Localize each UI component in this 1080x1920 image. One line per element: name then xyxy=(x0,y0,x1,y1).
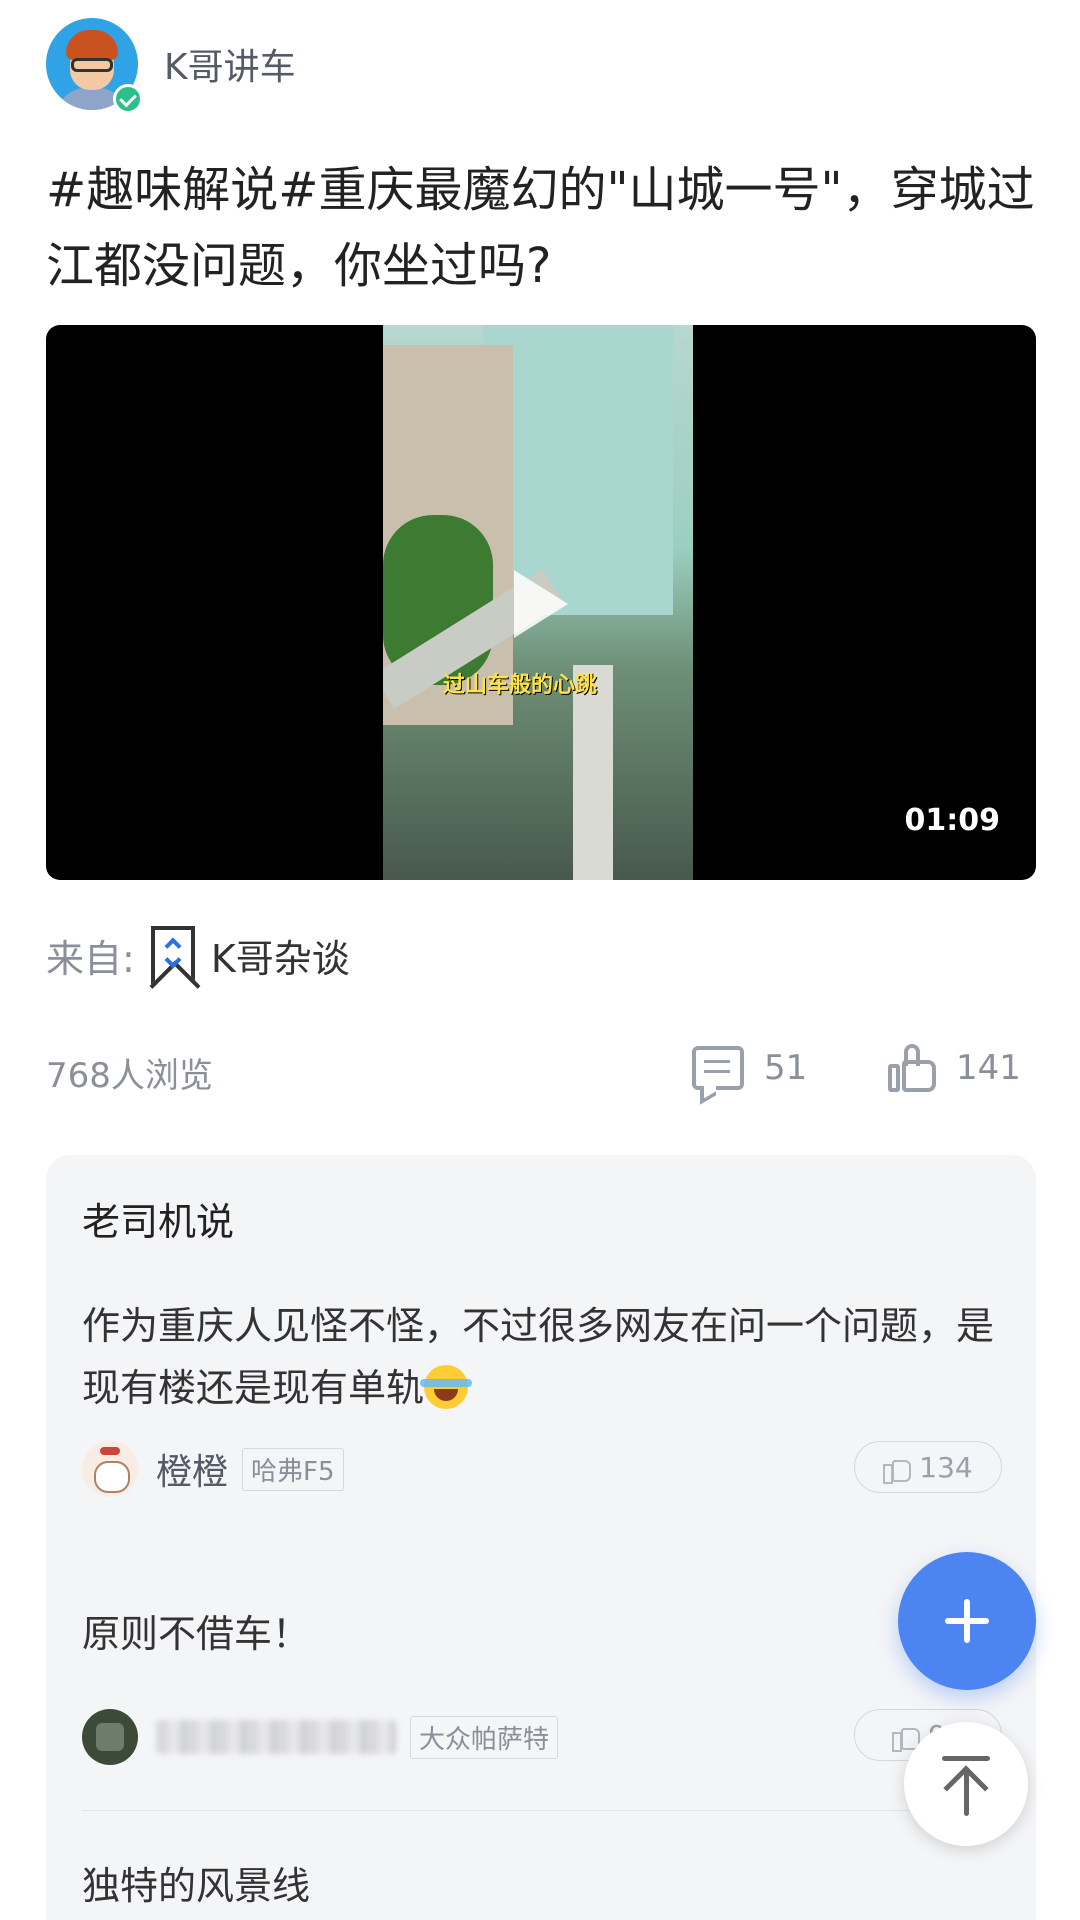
commenter-avatar[interactable] xyxy=(82,1441,138,1497)
chevron-down-icon xyxy=(164,951,182,969)
like-count: 141 xyxy=(956,1048,1021,1088)
arrow-up-icon xyxy=(942,1756,990,1761)
thumbs-up-icon xyxy=(883,1454,912,1484)
thumbs-up-icon xyxy=(892,1722,921,1752)
stats-row: 768人浏览 51 141 xyxy=(46,1040,1036,1096)
comments-heading: 老司机说 xyxy=(82,1200,235,1244)
author-name[interactable]: K哥讲车 xyxy=(164,38,296,90)
comment-like-button[interactable]: 134 xyxy=(854,1441,1002,1493)
car-tag: 哈弗F5 xyxy=(242,1447,344,1491)
add-comment-button[interactable] xyxy=(898,1552,1036,1690)
commenter-avatar[interactable] xyxy=(82,1709,138,1765)
comment-icon xyxy=(692,1046,744,1090)
comment-text-content: 作为重庆人见怪不怪，不过很多网友在问一个问题，是现有楼还是现有单轨 xyxy=(82,1304,995,1410)
comment-count: 51 xyxy=(764,1048,808,1088)
bookmark-icon xyxy=(150,926,195,984)
video-duration: 01:09 xyxy=(904,803,1001,838)
view-count: 768人浏览 xyxy=(46,1056,213,1096)
comments-card: 老司机说 作为重庆人见怪不怪，不过很多网友在问一个问题，是现有楼还是现有单轨 橙… xyxy=(46,1155,1036,1920)
comment-text: 独特的风景线 xyxy=(82,1864,311,1908)
thumbs-up-icon xyxy=(888,1044,936,1092)
comment-text: 原则不借车！ xyxy=(82,1612,311,1656)
car-tag: 大众帕萨特 xyxy=(410,1715,559,1759)
comment-button[interactable]: 51 xyxy=(692,1040,807,1096)
post-title: #趣味解说#重庆最魔幻的"山城一号"，穿城过江都没问题，你坐过吗? xyxy=(46,162,1035,294)
avatar-glasses xyxy=(71,58,113,72)
verified-badge-icon xyxy=(113,84,143,114)
comment-item[interactable]: 作为重庆人见怪不怪，不过很多网友在问一个问题，是现有楼还是现有单轨 橙橙 哈弗F… xyxy=(82,1295,1002,1497)
play-icon[interactable] xyxy=(514,570,568,638)
comment-item[interactable]: 原则不借车！ 大众帕萨特 91 xyxy=(82,1603,1002,1765)
back-to-top-button[interactable] xyxy=(904,1722,1028,1846)
thumb-part xyxy=(902,1060,936,1092)
video-player[interactable]: 过山车般的心跳 01:09 xyxy=(46,325,1036,880)
author-row[interactable]: K哥讲车 xyxy=(46,18,296,114)
like-button[interactable]: 141 xyxy=(888,1040,1021,1096)
comment-text: 作为重庆人见怪不怪，不过很多网友在问一个问题，是现有楼还是现有单轨 xyxy=(82,1295,1002,1419)
avatar-hair xyxy=(66,30,118,60)
commenter-row: 橙橙 哈弗F5 134 xyxy=(82,1441,1002,1497)
commenter-name[interactable]: 橙橙 xyxy=(156,1443,228,1495)
source-label: 来自: xyxy=(46,936,135,981)
arrow-up-icon-stem xyxy=(964,1768,969,1816)
video-overlay-caption: 过山车般的心跳 xyxy=(443,673,598,698)
divider xyxy=(82,1810,1002,1811)
commenter-name-blurred xyxy=(156,1720,396,1754)
source-row[interactable]: 来自: K哥杂谈 xyxy=(46,925,350,985)
thumb-part xyxy=(888,1064,900,1092)
commenter-row: 大众帕萨特 91 xyxy=(82,1709,1002,1765)
comment-item[interactable]: 独特的风景线 xyxy=(82,1855,1002,1917)
source-name[interactable]: K哥杂谈 xyxy=(211,928,350,983)
laughing-tears-emoji-icon xyxy=(420,1365,473,1409)
comment-like-count: 134 xyxy=(919,1450,973,1484)
